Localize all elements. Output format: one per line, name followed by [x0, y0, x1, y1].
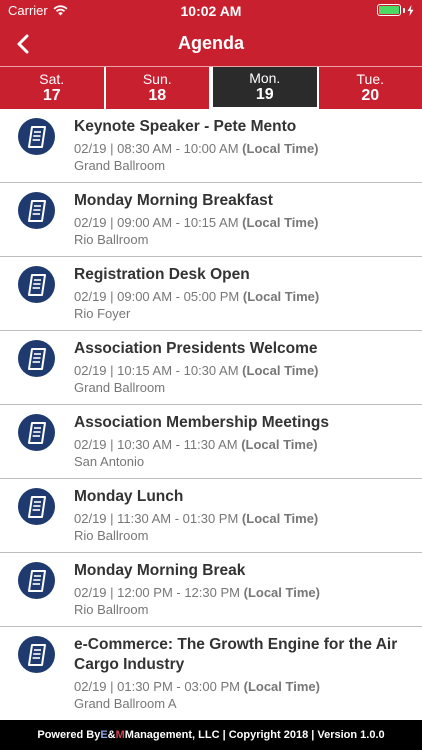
status-bar: Carrier 10:02 AM [0, 0, 422, 22]
agenda-item[interactable]: Monday Lunch 02/19 | 11:30 AM - 01:30 PM … [0, 479, 422, 553]
agenda-item-time-range: 02/19 | 10:15 AM - 10:30 AM [74, 363, 239, 378]
battery-icon [377, 4, 414, 16]
footer: Powered By E & M Management, LLC | Copyr… [0, 720, 422, 750]
day-tabs: Sat. 17 Sun. 18 Mon. 19 Tue. 20 [0, 66, 422, 109]
agenda-item-time: 02/19 | 09:00 AM - 05:00 PM (Local Time) [74, 288, 412, 305]
document-icon [18, 340, 55, 377]
agenda-item-local-time: (Local Time) [242, 141, 319, 156]
footer-brand-amp: & [107, 729, 116, 741]
agenda-item-local-time: (Local Time) [243, 679, 320, 694]
agenda-item-local-time: (Local Time) [242, 289, 320, 304]
agenda-item-time-range: 02/19 | 01:30 PM - 03:00 PM [74, 679, 240, 694]
document-icon [18, 636, 55, 673]
agenda-item-location: Rio Ballroom [74, 528, 149, 543]
page-title: Agenda [177, 33, 244, 53]
agenda-item-time: 02/19 | 09:00 AM - 10:15 AM (Local Time) [74, 214, 412, 231]
agenda-item[interactable]: Registration Desk Open 02/19 | 09:00 AM -… [0, 257, 422, 331]
agenda-item-local-time: (Local Time) [243, 585, 320, 600]
agenda-item-title: e-Commerce: The Growth Engine for the Ai… [74, 636, 398, 673]
agenda-item-time: 02/19 | 10:15 AM - 10:30 AM (Local Time) [74, 362, 412, 379]
agenda-item-time-range: 02/19 | 12:00 PM - 12:30 PM [74, 585, 240, 600]
agenda-list[interactable]: Keynote Speaker - Pete Mento 02/19 | 08:3… [0, 109, 422, 720]
agenda-item-title: Monday Lunch [74, 488, 184, 505]
agenda-item[interactable]: Keynote Speaker - Pete Mento 02/19 | 08:3… [0, 109, 422, 183]
agenda-item-title: Association Membership Meetings [74, 414, 329, 431]
agenda-item-title: Monday Morning Break [74, 562, 246, 579]
agenda-item-local-time: (Local Time) [242, 363, 319, 378]
footer-prefix: Powered By [37, 729, 101, 741]
agenda-item-time: 02/19 | 10:30 AM - 11:30 AM (Local Time) [74, 436, 412, 453]
document-icon [18, 488, 55, 525]
day-tab-weekday: Sat. [39, 70, 65, 87]
document-icon [18, 118, 55, 155]
charging-bolt-icon [407, 4, 414, 16]
agenda-item-location: Rio Ballroom [74, 602, 149, 617]
day-tab-sat[interactable]: Sat. 17 [0, 67, 106, 109]
agenda-item-time-range: 02/19 | 08:30 AM - 10:00 AM [74, 141, 239, 156]
agenda-item-location: Rio Foyer [74, 306, 131, 321]
footer-suffix: Management, LLC | Copyright 2018 | Versi… [124, 729, 385, 741]
day-tab-date: 20 [361, 86, 380, 104]
agenda-item-time-range: 02/19 | 09:00 AM - 10:15 AM [74, 215, 239, 230]
day-tab-weekday: Sun. [142, 70, 172, 87]
agenda-item-local-time: (Local Time) [241, 437, 318, 452]
day-tab-mon[interactable]: Mon. 19 [211, 67, 319, 109]
agenda-item-title: Keynote Speaker - Pete Mento [74, 118, 297, 135]
footer-brand-m: M [115, 729, 125, 741]
day-tab-weekday: Tue. [356, 70, 385, 87]
agenda-item-location: San Antonio [74, 454, 145, 469]
agenda-item-time: 02/19 | 12:00 PM - 12:30 PM (Local Time) [74, 584, 412, 601]
document-icon [18, 562, 55, 599]
agenda-item[interactable]: Association Presidents Welcome 02/19 | 10… [0, 331, 422, 405]
status-time: 10:02 AM [180, 3, 242, 19]
agenda-item-title: Association Presidents Welcome [74, 340, 318, 357]
document-icon [18, 414, 55, 451]
day-tab-weekday: Mon. [249, 69, 281, 86]
document-icon [18, 192, 55, 229]
agenda-item[interactable]: Monday Morning Break 02/19 | 12:00 PM - 1… [0, 553, 422, 627]
agenda-item-time: 02/19 | 11:30 AM - 01:30 PM (Local Time) [74, 510, 412, 527]
agenda-item-location: Grand Ballroom [74, 158, 166, 173]
agenda-item-title: Monday Morning Breakfast [74, 192, 273, 209]
agenda-item-location: Rio Ballroom [74, 232, 149, 247]
agenda-item-time: 02/19 | 01:30 PM - 03:00 PM (Local Time) [74, 678, 412, 695]
nav-bar: Agenda [0, 22, 422, 66]
agenda-item[interactable]: Monday Morning Breakfast 02/19 | 09:00 AM… [0, 183, 422, 257]
document-icon [18, 266, 55, 303]
agenda-item-local-time: (Local Time) [242, 215, 319, 230]
day-tab-sun[interactable]: Sun. 18 [106, 67, 211, 109]
agenda-item[interactable]: Association Membership Meetings 02/19 | 1… [0, 405, 422, 479]
agenda-item-time: 02/19 | 08:30 AM - 10:00 AM (Local Time) [74, 140, 412, 157]
day-tab-date: 17 [42, 86, 61, 104]
day-tab-date: 19 [255, 85, 274, 103]
agenda-item-time-range: 02/19 | 09:00 AM - 05:00 PM [74, 289, 240, 304]
agenda-item-location: Grand Ballroom A [74, 696, 177, 711]
footer-brand-e: E [100, 729, 108, 741]
day-tab-date: 18 [148, 86, 167, 104]
agenda-item-title: Registration Desk Open [74, 266, 250, 283]
agenda-item-time-range: 02/19 | 10:30 AM - 11:30 AM [74, 437, 238, 452]
day-tab-tue[interactable]: Tue. 20 [319, 67, 422, 109]
agenda-item-local-time: (Local Time) [241, 511, 319, 526]
agenda-item-location: Grand Ballroom [74, 380, 166, 395]
agenda-item-time-range: 02/19 | 11:30 AM - 01:30 PM [74, 511, 239, 526]
agenda-item[interactable]: e-Commerce: The Growth Engine for the Ai… [0, 627, 422, 720]
